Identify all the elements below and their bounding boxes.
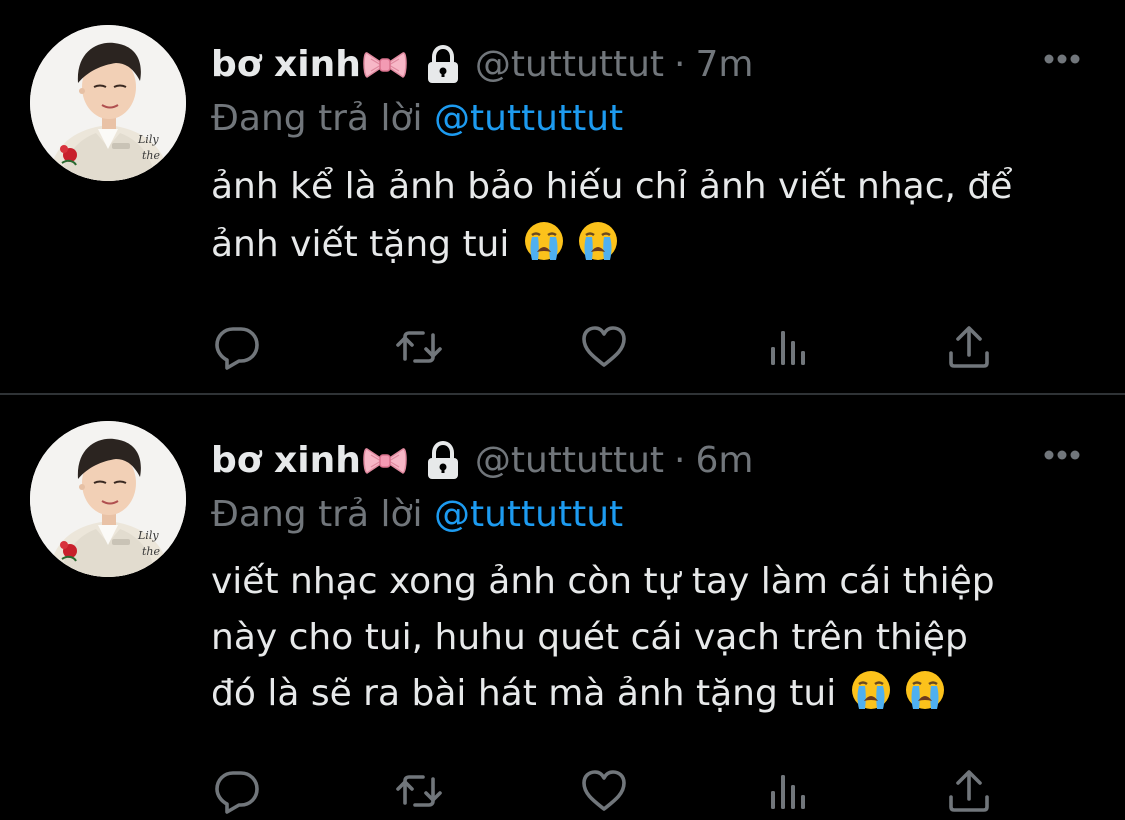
share-icon [945,323,993,371]
tweet-text-line-with-emoji: ảnh viết tặng tui [211,216,1091,274]
loudly-crying-face-icon [904,669,946,711]
replying-to-label: Đang trả lời [211,494,423,535]
lock-icon [425,45,461,85]
replying-to: Đang trả lời @tuttuttut [211,490,623,540]
loudly-crying-face-icon [523,220,565,262]
heart-icon [580,323,628,371]
timestamp[interactable]: 7m [695,40,753,90]
tweet[interactable]: bơ xinh @tuttuttut · 6m Đang trả lời @tu… [0,396,1125,820]
ribbon-icon [363,443,407,479]
views-icon [765,323,813,371]
tweet-text-line: ảnh viết tặng tui [211,224,510,265]
display-name[interactable]: bơ xinh [211,436,361,486]
display-name[interactable]: bơ xinh [211,40,361,90]
retweet-button[interactable] [393,322,445,372]
more-options-icon[interactable] [1043,52,1081,66]
tweet-divider [0,393,1125,395]
share-icon [945,767,993,815]
avatar[interactable] [30,421,186,577]
share-button[interactable] [943,766,995,816]
loudly-crying-face-icon [850,669,892,711]
timestamp[interactable]: 6m [695,436,753,486]
views-icon [765,767,813,815]
retweet-icon [395,767,443,815]
avatar[interactable] [30,25,186,181]
reply-to-handle-link[interactable]: @tuttuttut [434,98,623,139]
heart-icon [580,767,628,815]
replying-to: Đang trả lời @tuttuttut [211,94,623,144]
tweet-text-line: này cho tui, huhu quét cái vạch trên thi… [211,617,968,658]
tweet-text: viết nhạc xong ảnh còn tự tay làm cái th… [211,554,1091,722]
tweet-header: bơ xinh @tuttuttut · 6m [211,436,753,486]
tweet-actions [211,766,1001,816]
reply-icon [213,767,261,815]
tweet-text-line: ảnh kể là ảnh bảo hiếu chỉ ảnh viết nhạc… [211,166,1013,207]
tweet-text-line: viết nhạc xong ảnh còn tự tay làm cái th… [211,561,995,602]
retweet-icon [395,323,443,371]
like-button[interactable] [578,322,630,372]
handle[interactable]: @tuttuttut [475,436,664,486]
tweet[interactable]: bơ xinh @tuttuttut · 7m Đang trả lời @tu… [0,0,1125,394]
more-options-icon[interactable] [1043,448,1081,462]
like-button[interactable] [578,766,630,816]
tweet-actions [211,322,1001,372]
tweet-text-line: đó là sẽ ra bài hát mà ảnh tặng tui [211,673,837,714]
views-button[interactable] [763,766,815,816]
handle[interactable]: @tuttuttut [475,40,664,90]
tweet-header: bơ xinh @tuttuttut · 7m [211,40,753,90]
reply-icon [213,323,261,371]
tweet-text-line-with-emoji: đó là sẽ ra bài hát mà ảnh tặng tui [211,666,1091,722]
retweet-button[interactable] [393,766,445,816]
share-button[interactable] [943,322,995,372]
separator-dot: · [674,44,686,85]
reply-to-handle-link[interactable]: @tuttuttut [434,494,623,535]
lock-icon [425,441,461,481]
views-button[interactable] [763,322,815,372]
ribbon-icon [363,47,407,83]
separator-dot: · [674,440,686,481]
tweet-text: ảnh kể là ảnh bảo hiếu chỉ ảnh viết nhạc… [211,158,1091,274]
reply-button[interactable] [211,322,263,372]
reply-button[interactable] [211,766,263,816]
replying-to-label: Đang trả lời [211,98,423,139]
loudly-crying-face-icon [577,220,619,262]
